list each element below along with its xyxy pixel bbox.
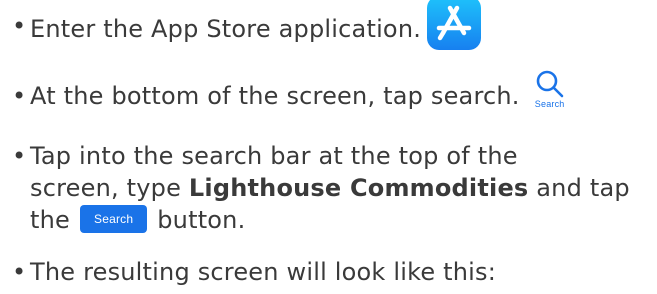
- search-tab-label: Search: [534, 99, 565, 109]
- magnifier-icon: [536, 70, 563, 98]
- step-text-container: The resulting screen will look like this…: [30, 256, 640, 288]
- step-line-2-suffix: and tap: [536, 174, 630, 202]
- bullet: •: [12, 258, 27, 286]
- step-text-container: Enter the App Store application.: [30, 0, 640, 50]
- step-text: The resulting screen will look like this…: [30, 258, 496, 286]
- step-text-container: Tap into the search bar at the top of th…: [30, 140, 640, 236]
- bullet: •: [12, 82, 27, 110]
- step-line-2-prefix: screen, type: [30, 174, 182, 202]
- step-line-3-prefix: the: [30, 206, 70, 234]
- search-term: Lighthouse Commodities: [188, 174, 529, 202]
- app-store-icon: [427, 0, 482, 50]
- step-line-3-suffix: button.: [157, 206, 246, 234]
- search-button[interactable]: Search: [80, 205, 148, 233]
- step-line-1: Tap into the search bar at the top of th…: [30, 142, 518, 170]
- search-tab-icon: Search: [528, 66, 572, 114]
- step-text: Enter the App Store application.: [30, 15, 422, 43]
- bullet: •: [12, 12, 27, 40]
- step-text: At the bottom of the screen, tap search.: [30, 82, 520, 110]
- bullet: •: [12, 142, 27, 170]
- step-text-container: At the bottom of the screen, tap search.…: [30, 70, 640, 114]
